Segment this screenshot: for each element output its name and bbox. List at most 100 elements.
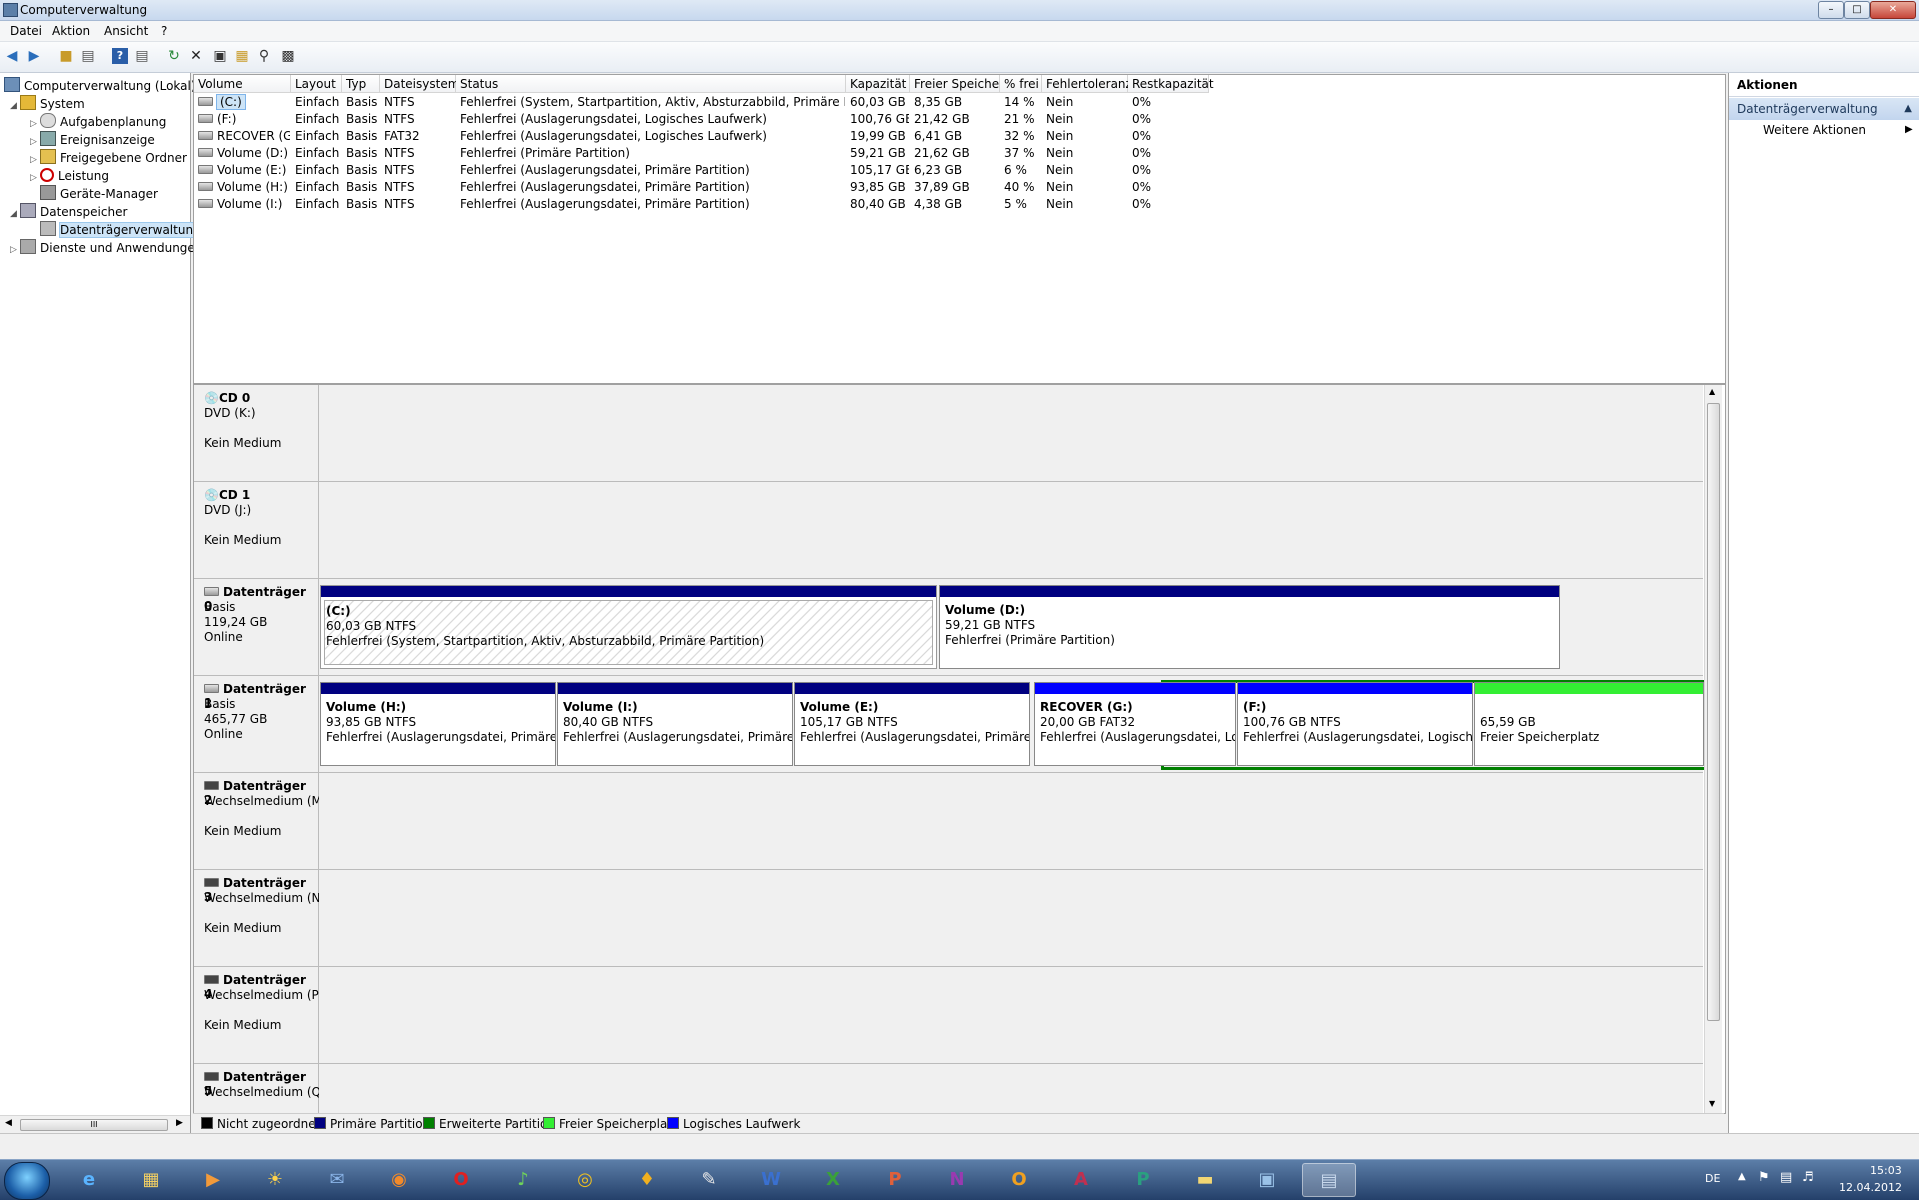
table-row[interactable]: RECOVER (G:) Einfach Basis FAT32 Fehlerfrei …: [194, 128, 1725, 145]
back-arrow-icon[interactable]: ◀: [4, 48, 20, 64]
find-icon[interactable]: ⚲: [256, 48, 272, 64]
disk-label-datentraeger-2[interactable]: Datenträger 2 Wechselmedium (M Kein Medi…: [194, 773, 322, 870]
action-center-flag-icon[interactable]: ⚑: [1758, 1170, 1770, 1185]
taskbar-notepad-icon[interactable]: ✎: [682, 1163, 736, 1197]
tree-item-freigegebene-ordner[interactable]: ▷ Freigegebene Ordner: [30, 149, 187, 167]
taskbar-itunes-icon[interactable]: ♪: [496, 1163, 550, 1197]
taskbar-control-panel-icon[interactable]: ▣: [1240, 1163, 1294, 1197]
taskbar-access-icon[interactable]: A: [1054, 1163, 1108, 1197]
delete-icon[interactable]: ✕: [188, 48, 204, 64]
column-header-dateisystem[interactable]: Dateisystem: [380, 75, 459, 93]
language-indicator[interactable]: DE: [1705, 1172, 1720, 1185]
open-folder-icon[interactable]: ▦: [234, 48, 250, 64]
expand-icon[interactable]: ▷: [10, 241, 20, 259]
tree-item-datentraegerverwaltung[interactable]: Datenträgerverwaltung: [40, 221, 202, 239]
table-row[interactable]: Volume (D:) Einfach Basis NTFS Fehlerfrei (P…: [194, 145, 1725, 162]
taskbar-excel-icon[interactable]: X: [806, 1163, 860, 1197]
partition-d[interactable]: Volume (D:) 59,21 GB NTFS Fehlerfrei (Pr…: [939, 585, 1560, 669]
tree-item-system[interactable]: ◢ System: [10, 95, 85, 113]
taskbar-word-icon[interactable]: W: [744, 1163, 798, 1197]
scroll-right-icon[interactable]: ▶: [176, 1118, 183, 1128]
menu-help[interactable]: ?: [161, 24, 167, 38]
disk-label-datentraeger-1[interactable]: Datenträger 1 Basis 465,77 GB Online: [194, 676, 319, 773]
taskbar-thunderbird-icon[interactable]: ✉: [310, 1163, 364, 1197]
collapse-icon[interactable]: ◢: [10, 97, 20, 115]
partition-e[interactable]: Volume (E:) 105,17 GB NTFS Fehlerfrei (A…: [794, 682, 1030, 766]
taskbar-opera-icon[interactable]: O: [434, 1163, 488, 1197]
table-row[interactable]: Volume (I:) Einfach Basis NTFS Fehlerfrei (A…: [194, 196, 1725, 213]
taskbar-internet-explorer-icon[interactable]: e: [62, 1163, 116, 1197]
disk-label-datentraeger-5[interactable]: Datenträger 5 Wechselmedium (Q: [194, 1064, 321, 1113]
column-header-fehlertoleranz[interactable]: Fehlertoleranz: [1042, 75, 1132, 93]
taskbar-outlook-icon[interactable]: O: [992, 1163, 1046, 1197]
tree-item-dienste[interactable]: ▷ Dienste und Anwendungen: [10, 239, 202, 257]
tree-item-leistung[interactable]: ▷ Leistung: [30, 167, 109, 185]
taskbar-powerpoint-icon[interactable]: P: [868, 1163, 922, 1197]
close-button[interactable]: ✕: [1870, 1, 1916, 19]
show-hide-tree-icon[interactable]: ▤: [80, 48, 96, 64]
start-button[interactable]: [4, 1162, 50, 1200]
volume-icon[interactable]: ♬: [1802, 1170, 1814, 1185]
partition-h[interactable]: Volume (H:) 93,85 GB NTFS Fehlerfrei (Au…: [320, 682, 556, 766]
taskbar-onenote-icon[interactable]: N: [930, 1163, 984, 1197]
table-row[interactable]: Volume (H:) Einfach Basis NTFS Fehlerfrei (A…: [194, 179, 1725, 196]
menu-aktion[interactable]: Aktion: [52, 24, 90, 38]
free-space[interactable]: 65,59 GB Freier Speicherplatz: [1474, 682, 1704, 766]
column-header-status[interactable]: Status: [456, 75, 846, 93]
taskbar-publisher-icon[interactable]: P: [1116, 1163, 1170, 1197]
minimize-button[interactable]: –: [1818, 1, 1844, 19]
column-header-freier-speicher[interactable]: Freier Speicher: [910, 75, 1004, 93]
up-folder-icon[interactable]: ■: [58, 48, 74, 64]
disk-label-datentraeger-0[interactable]: Datenträger 0 Basis 119,24 GB Online: [194, 579, 319, 676]
action-pane-icon[interactable]: ▤: [134, 48, 150, 64]
weitere-aktionen-link[interactable]: Weitere Aktionen: [1763, 123, 1866, 137]
column-header-prozent-frei[interactable]: % frei: [1000, 75, 1042, 93]
disk-label-datentraeger-3[interactable]: Datenträger 3 Wechselmedium (N Kein Medi…: [194, 870, 321, 967]
scroll-up-icon[interactable]: ▲: [1709, 387, 1715, 396]
menu-ansicht[interactable]: Ansicht: [104, 24, 148, 38]
tree-item-aufgabenplanung[interactable]: ▷ Aufgabenplanung: [30, 113, 166, 131]
taskbar-explorer-icon[interactable]: ▦: [124, 1163, 178, 1197]
taskbar-weather-icon[interactable]: ☀: [248, 1163, 302, 1197]
menu-datei[interactable]: Datei: [10, 24, 42, 38]
column-header-restkapazitaet[interactable]: Restkapazität: [1128, 75, 1214, 93]
tree-item-geraete-manager[interactable]: Geräte-Manager: [40, 185, 158, 203]
taskbar-folder-icon[interactable]: ▬: [1178, 1163, 1232, 1197]
maximize-button[interactable]: □: [1844, 1, 1870, 19]
disk-vertical-scrollbar[interactable]: ▲ ▼: [1704, 385, 1722, 1113]
clock-date[interactable]: 12.04.2012: [1839, 1181, 1902, 1194]
properties-icon[interactable]: ▣: [212, 48, 228, 64]
column-header-volume[interactable]: Volume: [194, 75, 291, 93]
table-row[interactable]: (C:) Einfach Basis NTFS Fehlerfrei (System, …: [194, 94, 1725, 111]
actions-section-datentraegerverwaltung[interactable]: Datenträgerverwaltung ▲: [1729, 98, 1919, 120]
tree-item-ereignisanzeige[interactable]: ▷ Ereignisanzeige: [30, 131, 155, 149]
column-header-layout[interactable]: Layout: [291, 75, 342, 93]
tree-scroll-thumb[interactable]: III: [20, 1119, 168, 1131]
expand-icon[interactable]: ▷: [30, 169, 40, 187]
network-icon[interactable]: ▤: [1780, 1170, 1792, 1185]
table-row[interactable]: Volume (E:) Einfach Basis NTFS Fehlerfrei (A…: [194, 162, 1725, 179]
partition-f[interactable]: (F:) 100,76 GB NTFS Fehlerfrei (Auslager…: [1237, 682, 1473, 766]
column-header-kapazitaet[interactable]: Kapazität: [846, 75, 910, 93]
scroll-left-icon[interactable]: ◀: [5, 1118, 12, 1128]
table-row[interactable]: (F:) Einfach Basis NTFS Fehlerfrei (Auslager…: [194, 111, 1725, 128]
partition-i[interactable]: Volume (I:) 80,40 GB NTFS Fehlerfrei (Au…: [557, 682, 793, 766]
column-header-typ[interactable]: Typ: [342, 75, 380, 93]
disk-scroll-thumb[interactable]: [1707, 403, 1720, 1021]
disk-label-datentraeger-4[interactable]: Datenträger 4 Wechselmedium (P: Kein Med…: [194, 967, 323, 1064]
settings-icon[interactable]: ▩: [280, 48, 296, 64]
tree-item-datenspeicher[interactable]: ◢ Datenspeicher: [10, 203, 127, 221]
collapse-icon[interactable]: ◢: [10, 205, 20, 223]
disk-label-cd1[interactable]: 💿CD 1 DVD (J:) Kein Medium: [194, 482, 319, 579]
collapse-section-icon[interactable]: ▲: [1904, 98, 1912, 120]
clock-time[interactable]: 15:03: [1870, 1164, 1902, 1177]
partition-g[interactable]: RECOVER (G:) 20,00 GB FAT32 Fehlerfrei (…: [1034, 682, 1236, 766]
help-icon[interactable]: ?: [112, 48, 128, 64]
partition-c[interactable]: (C:) 60,03 GB NTFS Fehlerfrei (System, S…: [320, 585, 937, 669]
tree-item-root[interactable]: Computerverwaltung (Lokal): [4, 77, 196, 95]
taskbar-firefox-icon[interactable]: ◉: [372, 1163, 426, 1197]
disk-label-cd0[interactable]: 💿CD 0 DVD (K:) Kein Medium: [194, 385, 319, 482]
show-hidden-icons-icon[interactable]: ▲: [1738, 1171, 1746, 1182]
taskbar-computer-management-icon[interactable]: ▤: [1302, 1163, 1356, 1197]
taskbar-media-player-icon[interactable]: ▶: [186, 1163, 240, 1197]
